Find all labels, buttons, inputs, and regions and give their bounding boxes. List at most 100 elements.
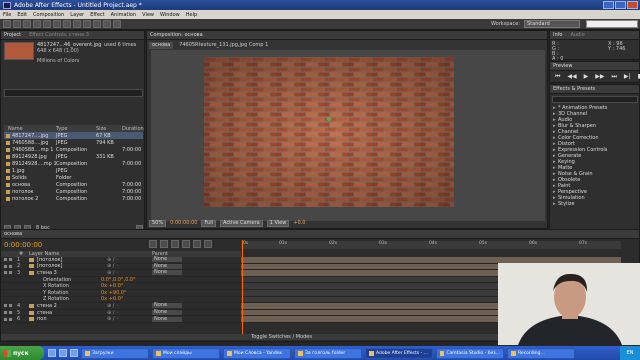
show-desktop-icon[interactable] [48,349,56,357]
camera-dropdown[interactable]: Active Camera [220,219,263,227]
taskbar-item[interactable]: Camtasia Studio - без... [436,347,504,359]
taskbar-item[interactable]: Мои слайды [152,347,220,359]
taskbar-item[interactable]: Мои Словса - Yandex [223,347,291,359]
next-frame-icon[interactable]: ▶▶ [595,73,604,81]
menu-file[interactable]: File [3,12,11,18]
hand-tool-icon[interactable] [13,20,21,28]
media-player-icon[interactable] [70,349,78,357]
tab-project[interactable]: Project [4,32,21,38]
browser-icon[interactable] [59,349,67,357]
eye-icon[interactable] [4,304,7,308]
zoom-dropdown[interactable]: 50% [149,219,167,227]
menu-effect[interactable]: Effect [90,12,104,18]
column-type[interactable]: Type [56,126,96,132]
taskbar-item[interactable]: За голголь folder [294,347,362,359]
frame-blending-icon[interactable] [182,240,190,248]
current-time-indicator[interactable] [242,240,243,338]
resolution-dropdown[interactable]: Full [201,219,217,227]
list-item[interactable]: 1.jpg JPEG [4,167,143,174]
camera-tool-icon[interactable] [43,20,51,28]
taskbar-item[interactable]: Recording... [507,347,575,359]
tab-audio[interactable]: Audio [570,32,584,38]
parent-dropdown[interactable]: None [152,263,182,269]
eye-icon[interactable] [4,258,7,262]
menu-edit[interactable]: Edit [17,12,27,18]
eye-icon[interactable] [4,317,7,321]
eye-icon[interactable] [4,271,7,275]
workspace-dropdown[interactable]: Standard [524,20,580,28]
menu-animation[interactable]: Animation [111,12,137,18]
timeline-timecode[interactable]: 0:00:00:00 [4,241,42,249]
comp-subtab-main[interactable]: основа [149,41,174,49]
menu-layer[interactable]: Layer [70,12,84,18]
property-value[interactable]: 0x +0.0° [101,283,123,289]
tab-effects-presets[interactable]: Effects & Presets [553,86,595,92]
list-item[interactable]: Solids Folder [4,174,143,181]
label-color-swatch[interactable] [29,303,34,308]
column-duration[interactable]: Duration [122,126,144,132]
parent-dropdown[interactable]: None [152,316,182,322]
menu-view[interactable]: View [142,12,154,18]
eye-icon[interactable] [4,264,7,268]
parent-dropdown[interactable]: None [152,310,182,316]
rotation-tool-icon[interactable] [33,20,41,28]
first-frame-icon[interactable]: ⏮ [555,73,560,81]
lock-icon[interactable] [9,271,12,275]
taskbar-item-active[interactable]: Adobe After Effects - ... [365,347,433,359]
draft-3d-icon[interactable] [160,240,168,248]
label-color-swatch[interactable] [29,317,34,322]
tab-preview[interactable]: Preview [553,63,572,69]
parent-dropdown[interactable]: None [152,270,182,276]
views-dropdown[interactable]: 1 View [266,219,290,227]
menu-composition[interactable]: Composition [33,12,64,18]
zoom-tool-icon[interactable] [23,20,31,28]
lock-icon[interactable] [9,264,12,268]
tab-composition[interactable]: Composition: основа [150,32,203,38]
start-button[interactable]: пуск [0,346,44,360]
search-help-input[interactable] [586,20,638,28]
list-item[interactable]: 89124928....mp 1 Composition 7:00:00 [4,160,143,167]
comp-subtab-texture[interactable]: 74605Rtexture_131.jpg,jpg Comp 1 [179,42,268,48]
pan-behind-tool-icon[interactable] [53,20,61,28]
pen-tool-icon[interactable] [63,20,71,28]
list-item[interactable]: 4817247....jpg JPEG 67 KB [4,132,143,139]
tab-info[interactable]: Info [553,32,562,38]
lock-icon[interactable] [9,317,12,321]
time-ruler[interactable]: 0s 01s 02s 03s 04s 05s 06s 07s [241,241,621,249]
hide-shy-layers-icon[interactable] [171,240,179,248]
menu-help[interactable]: Help [186,12,197,18]
property-value[interactable]: 0x +0.0° [101,296,123,302]
motion-blur-icon[interactable] [193,240,201,248]
list-item[interactable]: 7460588....jpg JPEG 794 KB [4,139,143,146]
lock-icon[interactable] [9,304,12,308]
parent-dropdown[interactable]: None [152,257,182,263]
list-item[interactable]: основа Composition 7:00:00 [4,181,143,188]
taskbar-item[interactable]: Загрузки [81,347,149,359]
comp-mini-flowchart-icon[interactable] [149,240,157,248]
composition-viewer[interactable] [151,50,545,221]
list-item[interactable]: потолок 2 Composition 7:00:00 [4,195,143,202]
list-item[interactable]: 89124928.jpg JPEG 331 KB [4,153,143,160]
effects-search-input[interactable] [552,96,638,103]
parent-dropdown[interactable]: None [152,303,182,309]
label-color-swatch[interactable] [29,310,34,315]
selection-tool-icon[interactable] [3,20,11,28]
toggle-switches-modes[interactable]: Toggle Switches / Modes [251,334,312,340]
close-button[interactable] [627,1,638,9]
graph-editor-icon[interactable] [204,240,212,248]
puppet-tool-icon[interactable] [113,20,121,28]
exposure-offset[interactable]: +0.0 [293,220,305,226]
previous-frame-icon[interactable]: ◀◀ [567,73,576,81]
minimize-button[interactable] [603,1,614,9]
play-icon[interactable]: ▶ [584,73,589,81]
tab-timeline-comp[interactable]: основа [4,231,22,237]
layer-row[interactable]: 6 пол ⊕ / ◦ None [1,316,241,323]
project-search-input[interactable] [4,89,143,97]
ram-preview-icon[interactable]: ▶| [624,73,631,81]
clone-stamp-tool-icon[interactable] [93,20,101,28]
lock-icon[interactable] [9,258,12,262]
maximize-button[interactable] [615,1,626,9]
column-name[interactable]: Name [4,126,56,132]
column-size[interactable]: Size [96,126,122,132]
label-color-swatch[interactable] [29,264,34,269]
